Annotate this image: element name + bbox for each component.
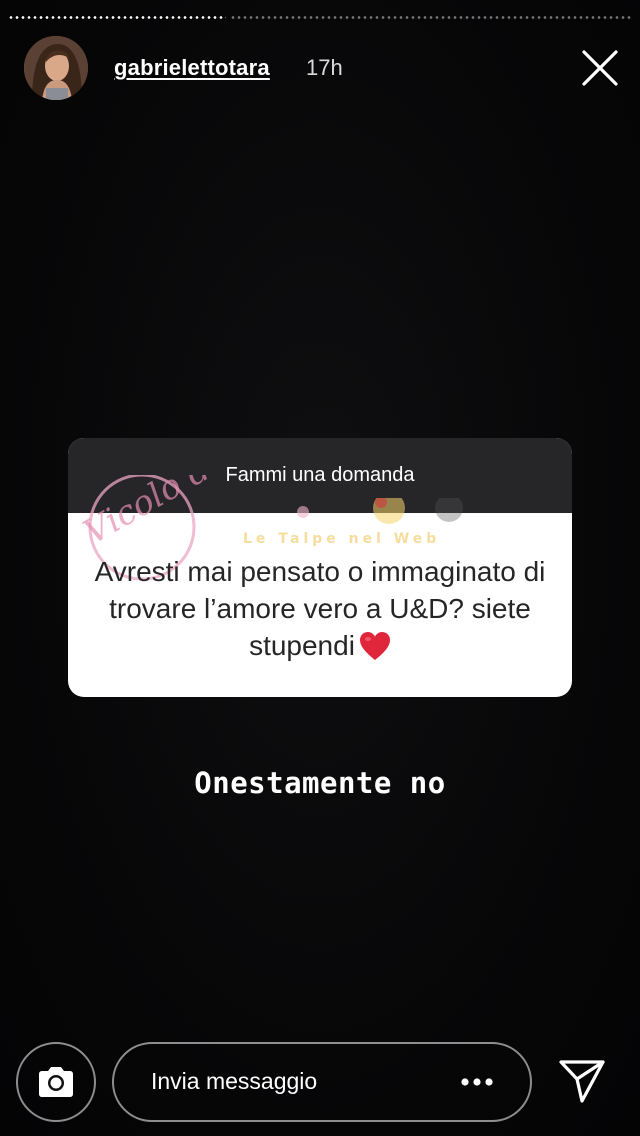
send-icon [559, 1060, 605, 1103]
story-timestamp: 17h [306, 55, 343, 80]
more-dots-icon [461, 1078, 493, 1086]
message-placeholder: Invia messaggio [151, 1068, 318, 1094]
red-heart-icon [359, 631, 391, 670]
camera-icon [39, 1067, 73, 1097]
question-sticker-body: Vicolo delle News Le Talpe nel Web Avres… [68, 475, 572, 697]
message-input[interactable]: Invia messaggio [112, 1042, 532, 1122]
close-button[interactable] [580, 48, 620, 88]
close-icon [582, 50, 618, 86]
avatar[interactable] [24, 36, 88, 100]
story-progress-bar [8, 14, 632, 20]
progress-completed [8, 16, 226, 19]
question-sticker-title: Fammi una domanda [68, 438, 572, 513]
progress-remaining [230, 16, 632, 19]
username-link[interactable]: gabrielettotara [114, 55, 270, 81]
profile-photo-icon [24, 36, 88, 100]
more-options-button[interactable] [460, 1072, 494, 1092]
story-footer: Invia messaggio [0, 1042, 640, 1122]
watermark-talpe-text: Le Talpe nel Web [243, 531, 440, 547]
answer-text: Onestamente no [194, 766, 446, 800]
send-button[interactable] [558, 1058, 606, 1104]
story-viewer[interactable]: gabrielettotara 17h Fammi una domanda Vi… [0, 0, 640, 1136]
camera-button[interactable] [16, 1042, 96, 1122]
story-header: gabrielettotara 17h [24, 36, 620, 100]
question-text-block: Avresti mai pensato o immaginato di trov… [88, 553, 552, 670]
question-text: Avresti mai pensato o immaginato di trov… [94, 556, 546, 661]
question-sticker: Fammi una domanda Vicolo delle News Le T… [68, 438, 572, 697]
